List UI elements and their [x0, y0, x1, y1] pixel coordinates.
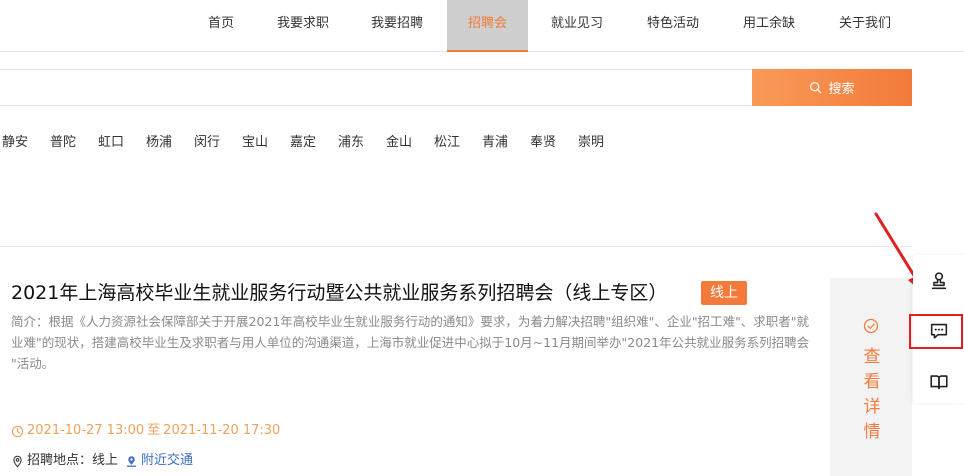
district-jiading[interactable]: 嘉定: [290, 133, 316, 153]
search-icon: [810, 81, 822, 94]
district-chongming[interactable]: 崇明: [578, 133, 604, 153]
nav-item-job-seeking[interactable]: 我要求职: [266, 0, 340, 52]
district-hongkou[interactable]: 虹口: [98, 133, 124, 153]
district-yangpu[interactable]: 杨浦: [146, 133, 172, 153]
job-fair-location: 招聘地点：线上 附近交通: [11, 451, 193, 471]
check-circle-icon: [863, 318, 879, 334]
district-putuo[interactable]: 普陀: [50, 133, 76, 153]
location-pin-icon: [13, 455, 22, 468]
nav-item-job-fair[interactable]: 招聘会: [447, 0, 528, 52]
district-qingpu[interactable]: 青浦: [482, 133, 508, 153]
time-separator: 至: [147, 423, 161, 438]
stamp-icon: [931, 272, 946, 290]
clock-icon: [11, 425, 24, 437]
nearby-transit-link[interactable]: 附近交通: [125, 451, 193, 471]
top-nav: 首页 我要求职 我要招聘 招聘会 就业见习 特色活动 用工余缺 关于我们: [0, 0, 964, 52]
district-minhang[interactable]: 闵行: [194, 133, 220, 153]
district-pudong[interactable]: 浦东: [338, 133, 364, 153]
job-fair-description: 简介：根据《人力资源社会保障部关于开展2021年高校毕业生就业服务行动的通知》要…: [11, 314, 810, 371]
float-btn-book[interactable]: [913, 362, 964, 402]
view-details-label: 查看详情: [863, 347, 881, 442]
nav-item-labor-surplus[interactable]: 用工余缺: [732, 0, 806, 52]
district-fengxian[interactable]: 奉贤: [530, 133, 556, 153]
district-jinshan[interactable]: 金山: [386, 133, 412, 153]
start-time: 2021-10-27 13:00: [27, 423, 145, 438]
nearby-transit-label: 附近交通: [141, 453, 194, 468]
search-bar: 搜索: [0, 69, 912, 106]
book-icon: [929, 375, 948, 390]
online-badge: 线上: [701, 281, 747, 305]
transit-icon: [127, 455, 136, 467]
nav-item-special-events[interactable]: 特色活动: [636, 0, 710, 52]
end-time: 2021-11-20 17:30: [163, 423, 281, 438]
district-baoshan[interactable]: 宝山: [242, 133, 268, 153]
search-button[interactable]: 搜索: [752, 69, 912, 106]
float-btn-stamp[interactable]: [913, 261, 964, 301]
chat-highlight-box: [909, 314, 963, 349]
nav-item-home[interactable]: 首页: [196, 0, 246, 52]
job-fair-title[interactable]: 2021年上海高校毕业生就业服务行动暨公共就业服务系列招聘会（线上专区）: [11, 280, 667, 306]
location-label: 招聘地点：线上: [27, 453, 119, 468]
section-divider: [0, 246, 912, 247]
district-jingan[interactable]: 静安: [2, 133, 28, 153]
search-button-label: 搜索: [828, 82, 855, 97]
district-songjiang[interactable]: 松江: [434, 133, 460, 153]
nav-item-about-us[interactable]: 关于我们: [828, 0, 902, 52]
nav-item-internship[interactable]: 就业见习: [540, 0, 614, 52]
nav-item-recruiting[interactable]: 我要招聘: [360, 0, 434, 52]
view-details-button[interactable]: 查看详情: [830, 278, 912, 476]
search-input[interactable]: [0, 70, 752, 105]
job-fair-time: 2021-10-27 13:00 至 2021-11-20 17:30: [11, 421, 280, 441]
